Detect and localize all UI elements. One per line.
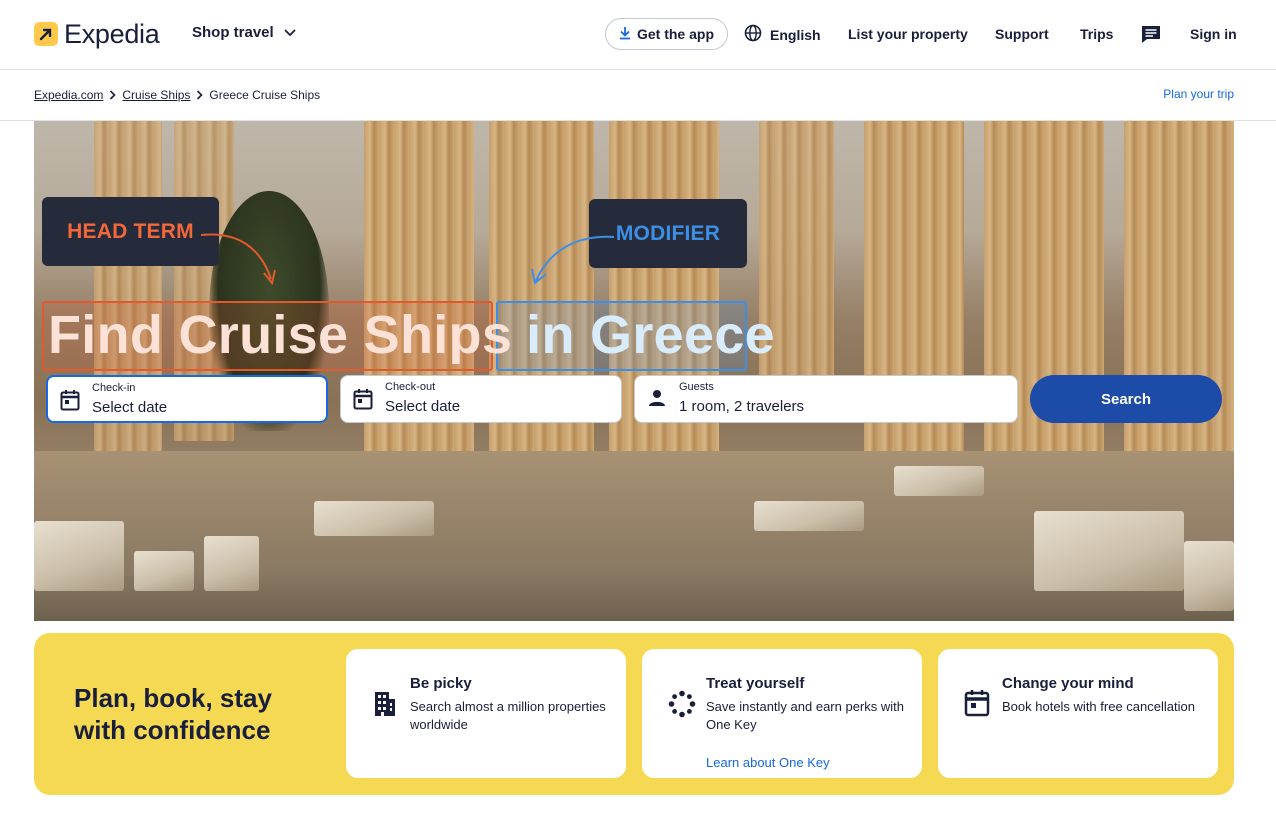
check-out-value: Select date	[385, 398, 461, 415]
card-title: Change your mind	[1002, 675, 1134, 692]
language-selector[interactable]: English	[744, 24, 821, 45]
stone-image	[1184, 541, 1234, 611]
hero-section: HEAD TERM MODIFIER Find Cruise Ships in G…	[34, 121, 1234, 621]
shop-travel-menu[interactable]: Shop travel	[192, 24, 296, 41]
guests-field[interactable]: Guests 1 room, 2 travelers	[634, 375, 1018, 423]
download-icon	[619, 26, 637, 43]
globe-icon	[744, 24, 770, 45]
breadcrumb-link-home[interactable]: Expedia.com	[34, 88, 103, 102]
banner-title: Plan, book, stay with confidence	[74, 683, 272, 745]
site-header: Expedia Shop travel Get the app English …	[0, 0, 1276, 70]
feature-card-be-picky: Be picky Search almost a million propert…	[346, 649, 626, 778]
language-label: English	[770, 26, 821, 43]
title-head-term: Find Cruise Ships	[48, 305, 513, 365]
stone-image	[754, 501, 864, 531]
calendar-icon	[60, 389, 80, 416]
head-term-annotation: HEAD TERM	[42, 197, 219, 266]
message-icon[interactable]	[1140, 24, 1162, 50]
card-description: Save instantly and earn perks with One K…	[706, 699, 904, 732]
stone-image	[894, 466, 984, 496]
check-out-field[interactable]: Check-out Select date	[340, 375, 622, 423]
get-the-app-button[interactable]: Get the app	[605, 18, 728, 50]
expedia-logo[interactable]: Expedia	[34, 19, 160, 49]
stone-image	[204, 536, 259, 591]
card-description: Book hotels with free cancellation	[1002, 699, 1195, 714]
stone-image	[1034, 511, 1184, 591]
learn-about-one-key-link[interactable]: Learn about One Key	[706, 755, 830, 770]
chevron-right-icon	[196, 90, 204, 100]
column-image	[984, 121, 1104, 501]
chevron-down-icon	[284, 24, 296, 41]
card-title: Treat yourself	[706, 675, 805, 692]
search-button[interactable]: Search	[1030, 375, 1222, 423]
check-out-label: Check-out	[385, 381, 436, 393]
plan-your-trip-link[interactable]: Plan your trip	[1163, 87, 1234, 101]
check-in-label: Check-in	[92, 382, 136, 394]
breadcrumb-current: Greece Cruise Ships	[209, 88, 321, 102]
card-title: Be picky	[410, 675, 472, 692]
confidence-banner: Plan, book, stay with confidence Be pick…	[34, 633, 1234, 795]
arrow-annotation-icon	[200, 233, 276, 286]
logo-mark-icon	[34, 22, 58, 46]
get-the-app-label: Get the app	[636, 26, 714, 42]
one-key-icon	[668, 690, 696, 723]
logo-text: Expedia	[64, 19, 160, 49]
sign-in-link[interactable]: Sign in	[1190, 26, 1237, 42]
person-icon	[647, 388, 667, 413]
breadcrumb: Expedia.com Cruise Ships Greece Cruise S…	[34, 88, 320, 102]
feature-card-change-your-mind: Change your mind Book hotels with free c…	[938, 649, 1218, 778]
support-link[interactable]: Support	[995, 26, 1049, 42]
check-in-value: Select date	[92, 399, 168, 416]
arrow-annotation-icon	[531, 235, 615, 285]
calendar-icon	[964, 689, 990, 722]
head-term-label: HEAD TERM	[67, 219, 194, 243]
stone-image	[34, 521, 124, 591]
stone-image	[314, 501, 434, 536]
feature-card-treat-yourself: Treat yourself Save instantly and earn p…	[642, 649, 922, 778]
card-description: Search almost a million properties world…	[410, 699, 606, 732]
title-modifier: in Greece	[526, 305, 775, 365]
guests-value: 1 room, 2 travelers	[679, 398, 805, 415]
chevron-right-icon	[109, 90, 117, 100]
trips-link[interactable]: Trips	[1080, 26, 1113, 42]
stone-image	[134, 551, 194, 591]
calendar-icon	[353, 388, 373, 415]
shop-travel-label: Shop travel	[192, 24, 274, 41]
page-title: Find Cruise Ships in Greece	[48, 305, 775, 365]
building-icon	[372, 689, 398, 722]
list-your-property-link[interactable]: List your property	[848, 26, 968, 42]
guests-label: Guests	[679, 381, 714, 393]
breadcrumb-link-cruise-ships[interactable]: Cruise Ships	[122, 88, 190, 102]
check-in-field[interactable]: Check-in Select date	[46, 375, 328, 423]
modifier-label: MODIFIER	[615, 221, 721, 245]
